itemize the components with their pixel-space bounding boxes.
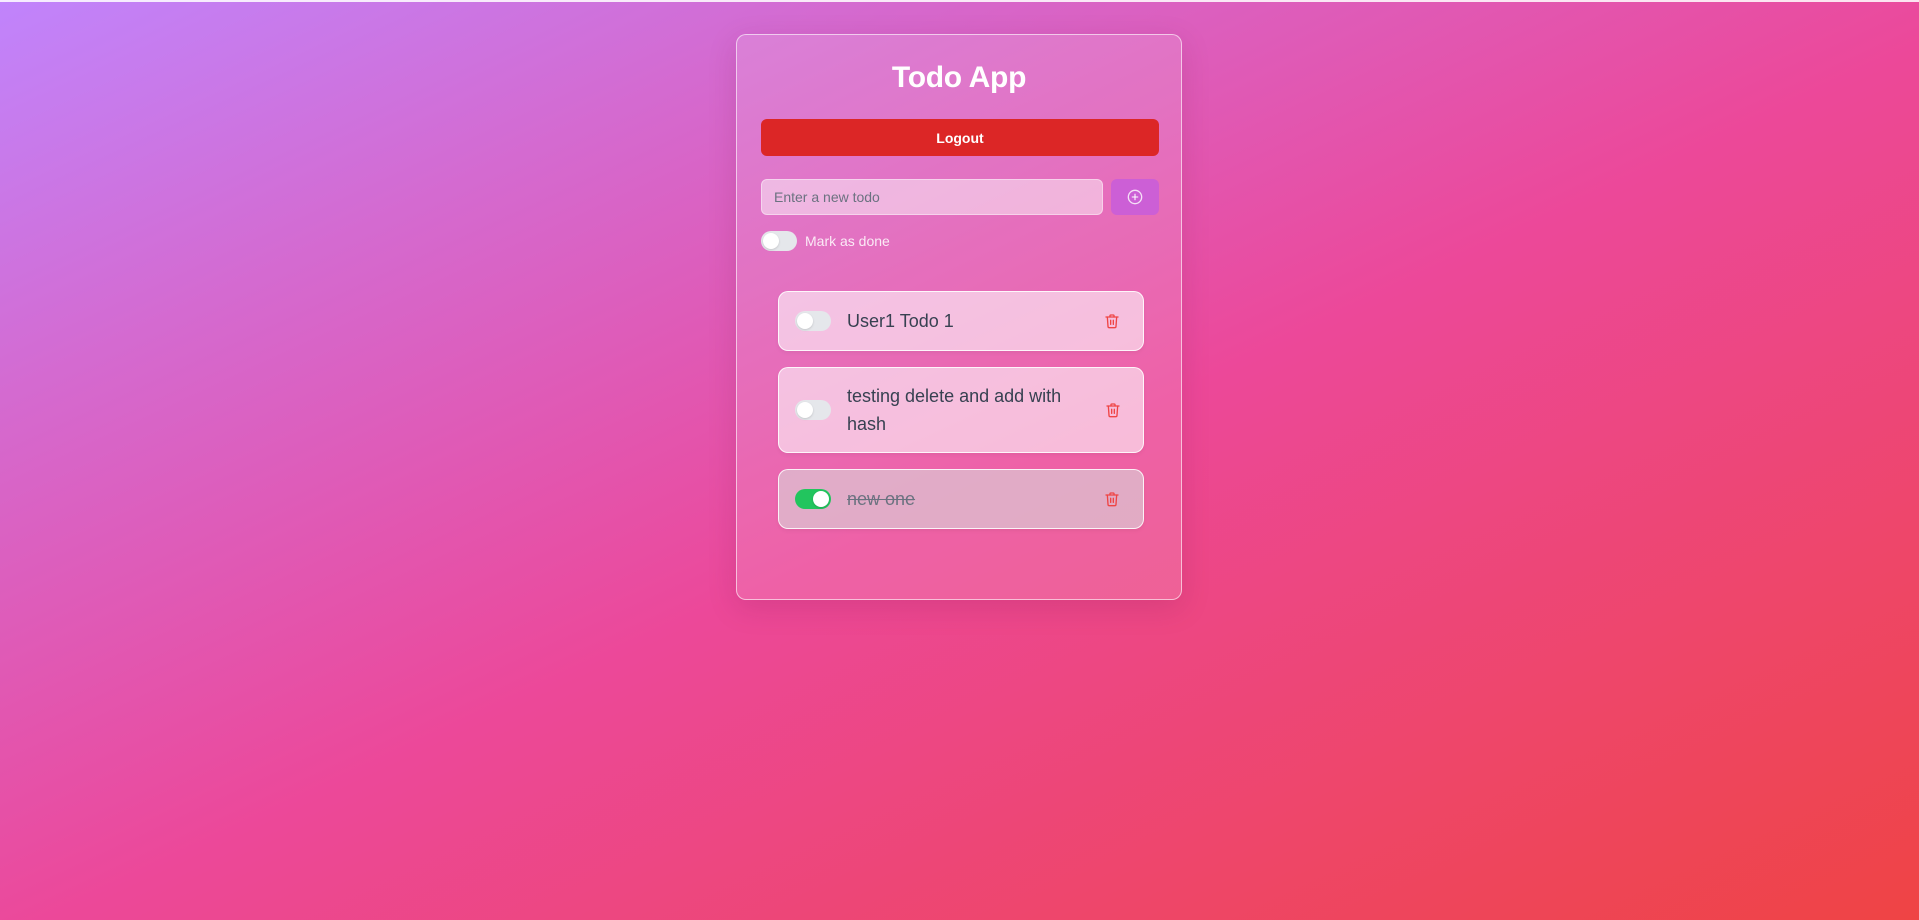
trash-icon (1105, 492, 1119, 507)
todo-done-toggle[interactable] (795, 400, 831, 420)
todo-item: User1 Todo 1 (778, 291, 1144, 351)
delete-todo-button[interactable] (1097, 484, 1127, 514)
todo-done-toggle[interactable] (795, 311, 831, 331)
todo-card: Todo App Logout Mark as done User1 Todo … (736, 34, 1182, 600)
todo-text: User1 Todo 1 (847, 311, 954, 331)
mark-as-done-label: Mark as done (805, 233, 890, 249)
mark-as-done-toggle[interactable] (761, 231, 797, 251)
toggle-knob (797, 313, 813, 329)
mark-as-done-row: Mark as done (761, 231, 890, 251)
plus-circle-icon (1127, 189, 1143, 205)
todo-list: User1 Todo 1 testing delete and add with… (778, 291, 1144, 545)
toggle-knob (813, 491, 829, 507)
new-todo-input[interactable] (761, 179, 1103, 215)
delete-todo-button[interactable] (1097, 306, 1127, 336)
delete-todo-button[interactable] (1099, 395, 1127, 425)
todo-item: testing delete and add with hash (778, 367, 1144, 453)
todo-text: new one (847, 489, 916, 509)
todo-text: testing delete and add with hash (847, 386, 1062, 434)
trash-icon (1105, 314, 1119, 329)
todo-item: new one (778, 469, 1144, 529)
window-top-edge (0, 0, 1919, 2)
toggle-knob (797, 402, 813, 418)
add-todo-button[interactable] (1111, 179, 1159, 215)
todo-done-toggle[interactable] (795, 489, 831, 509)
logout-button[interactable]: Logout (761, 119, 1159, 156)
page-title: Todo App (891, 61, 1027, 94)
toggle-knob (763, 233, 779, 249)
trash-icon (1106, 403, 1120, 418)
